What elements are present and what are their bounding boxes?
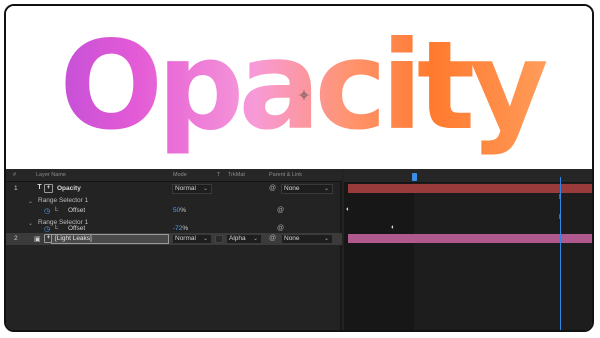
track-matte-select[interactable]: Alpha ⌄ [226,234,262,244]
col-trkmat[interactable]: TrkMat [228,172,245,178]
layer-bar-light-leaks[interactable] [348,234,592,243]
column-header: # Layer Name Mode T TrkMat Parent & Link [6,169,342,182]
layer-name[interactable]: [Light Leaks] [51,234,169,244]
offset-value[interactable]: 50% [173,207,186,214]
layer-bar-opacity[interactable] [348,184,592,193]
chevron-down-icon: ⌄ [323,236,329,242]
composition-text-layer: Opacity [6,16,592,156]
graph-icon[interactable]: Ŀ [55,207,58,213]
chevron-down-icon: ⌄ [202,186,208,192]
stopwatch-icon[interactable]: ◷ [44,207,50,215]
layer-panel: # Layer Name Mode T TrkMat Parent & Link… [6,169,342,330]
layer-name[interactable]: Opacity [57,185,81,192]
time-ruler[interactable] [344,169,592,183]
parent-select[interactable]: None ⌄ [281,184,333,194]
footage-icon: ▣ [34,236,41,243]
col-mode[interactable]: Mode [173,172,187,178]
layer-number: 2 [14,235,18,242]
app-window: Opacity # Layer Name Mode T TrkMat Paren… [4,4,594,332]
pick-whip-icon[interactable]: @ [269,185,276,192]
expression-pick-whip-icon[interactable]: @ [277,207,284,214]
col-t[interactable]: T [217,172,220,178]
col-layer-name[interactable]: Layer Name [36,172,66,178]
offset-value[interactable]: -72% [173,225,188,232]
property-name: Offset [68,207,86,214]
pick-whip-icon[interactable]: @ [269,235,276,242]
anchor-point-icon[interactable] [299,90,309,100]
col-num: # [13,172,17,178]
col-parent[interactable]: Parent & Link [269,172,302,178]
chevron-down-icon: ⌄ [252,236,258,242]
composition-viewer[interactable]: Opacity [6,6,592,169]
keyframe-icon[interactable]: ◐ [391,224,395,231]
blend-mode-select[interactable]: Normal ⌄ [172,184,212,194]
outside-work-area [344,183,414,330]
timeline-panel: # Layer Name Mode T TrkMat Parent & Link… [6,169,592,330]
layer-row-light-leaks[interactable]: 2 ▣ + [Light Leaks] Normal ⌄ Alpha ⌄ @ Non… [6,233,342,245]
text-layer-icon: T [37,184,42,191]
range-selector-label: Range Selector 1 [38,197,89,204]
blend-mode-select[interactable]: Normal ⌄ [172,234,212,244]
layer-row-opacity[interactable]: 1 T + Opacity Normal ⌄ @ None ⌄ [6,183,342,195]
parent-select[interactable]: None ⌄ [281,234,333,244]
chevron-down-icon: ⌄ [202,236,208,242]
current-time-indicator-handle[interactable] [412,173,417,181]
chevron-down-icon: ⌄ [323,186,329,192]
layer-number: 1 [14,185,18,192]
stopwatch-icon[interactable]: ◷ [44,225,50,233]
expression-pick-whip-icon[interactable]: @ [277,225,284,232]
keyframe-icon[interactable]: ◐ [346,206,350,213]
expand-layer-icon[interactable]: + [44,184,53,193]
property-name: Offset [68,225,86,232]
graph-icon[interactable]: Ŀ [55,225,58,231]
offset-property-row[interactable]: ◷ Ŀ Offset 50% @ [6,205,342,217]
current-time-indicator[interactable] [560,177,561,330]
preserve-transparency-toggle[interactable] [215,235,223,243]
time-graph-area[interactable]: I ◐ I ◐ [344,169,592,330]
twirl-down-icon[interactable]: ⌄ [28,198,33,205]
